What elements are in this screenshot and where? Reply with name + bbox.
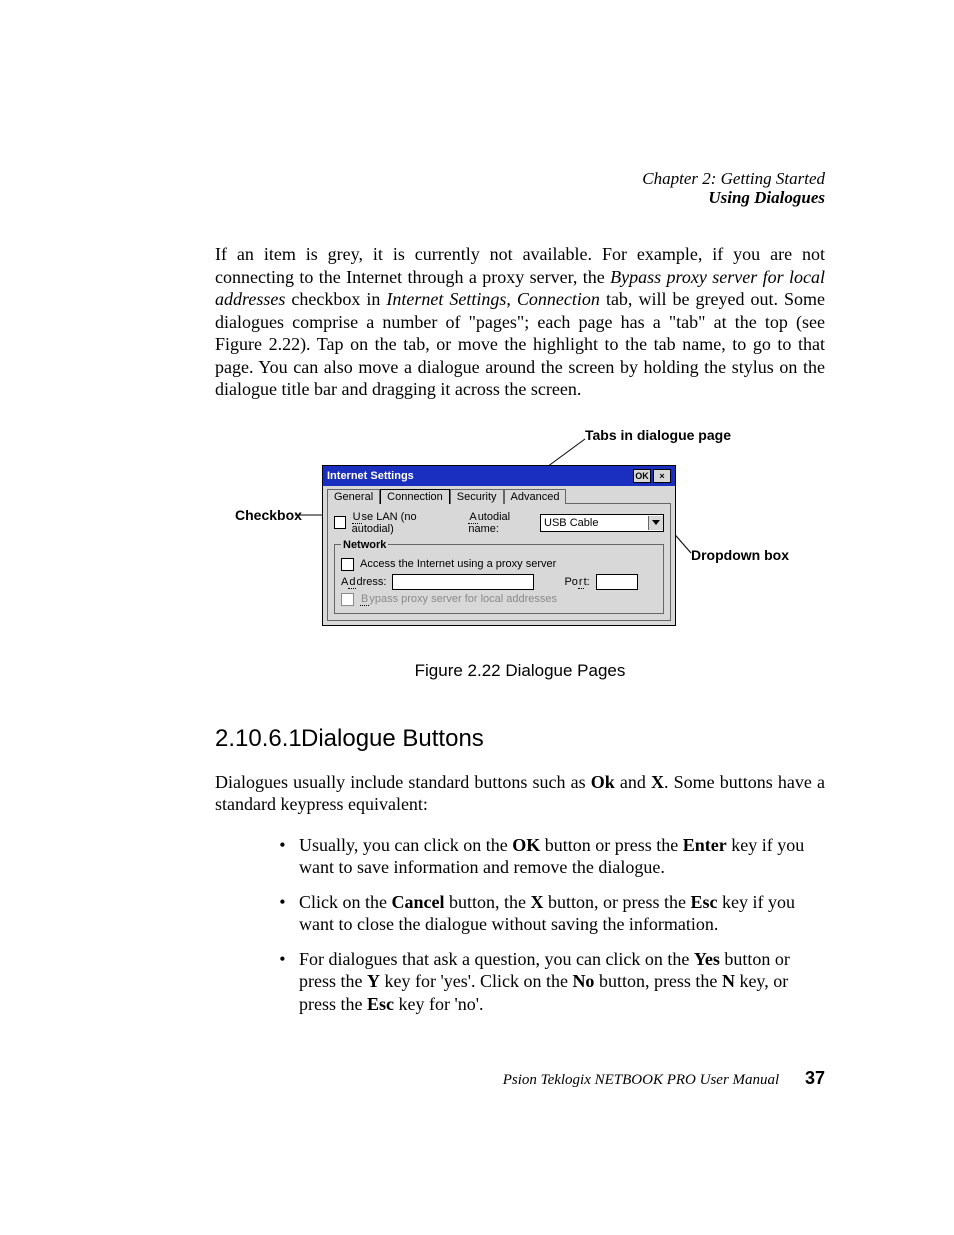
page-footer: Psion Teklogix NETBOOK PRO User Manual 3… bbox=[215, 1068, 825, 1089]
intro-paragraph: If an item is grey, it is currently not … bbox=[215, 243, 825, 401]
list-item: For dialogues that ask a question, you c… bbox=[299, 948, 825, 1016]
callout-checkbox: Checkbox bbox=[235, 507, 302, 523]
dialog-tabs: General Connection Security Advanced bbox=[323, 486, 675, 503]
callout-dropdown: Dropdown box bbox=[691, 547, 789, 563]
network-group: Network Access the Internet using a prox… bbox=[334, 539, 664, 614]
proxy-label: Access the Internet using a proxy server bbox=[360, 558, 556, 570]
bullet-list: Usually, you can click on the OK button … bbox=[215, 834, 825, 1016]
tab-general[interactable]: General bbox=[327, 489, 380, 504]
figure-2-22: Tabs in dialogue page Checkbox Dropdown … bbox=[215, 429, 825, 649]
list-item: Click on the Cancel button, the X button… bbox=[299, 891, 825, 936]
tab-security[interactable]: Security bbox=[450, 489, 504, 504]
page-number: 37 bbox=[805, 1068, 825, 1088]
page-header: Chapter 2: Getting Started Using Dialogu… bbox=[215, 170, 825, 207]
bypass-label: Bypass proxy server for local addresses bbox=[360, 593, 557, 605]
port-label: Port: bbox=[564, 576, 589, 588]
ok-button[interactable]: OK bbox=[633, 469, 651, 483]
close-button[interactable]: × bbox=[653, 469, 671, 483]
bypass-checkbox bbox=[341, 593, 354, 606]
dialog-title: Internet Settings bbox=[327, 470, 414, 482]
dialogue-buttons-intro: Dialogues usually include standard butto… bbox=[215, 771, 825, 816]
uselan-label: Use LAN (no autodial) bbox=[352, 511, 448, 535]
proxy-checkbox[interactable] bbox=[341, 558, 354, 571]
autodial-dropdown[interactable]: USB Cable bbox=[540, 514, 664, 532]
list-item: Usually, you can click on the OK button … bbox=[299, 834, 825, 879]
section-label: Using Dialogues bbox=[215, 189, 825, 208]
tab-connection[interactable]: Connection bbox=[380, 489, 450, 504]
footer-text: Psion Teklogix NETBOOK PRO User Manual bbox=[503, 1072, 780, 1088]
chevron-down-icon[interactable] bbox=[648, 516, 663, 530]
callout-tabs: Tabs in dialogue page bbox=[585, 427, 731, 443]
address-label: Address: bbox=[341, 576, 386, 588]
port-input[interactable] bbox=[596, 574, 638, 590]
autodial-label: Autodial name: bbox=[468, 511, 534, 535]
figure-caption: Figure 2.22 Dialogue Pages bbox=[215, 661, 825, 681]
autodial-value: USB Cable bbox=[541, 517, 648, 529]
network-legend: Network bbox=[341, 539, 388, 551]
dialog-internet-settings: Internet Settings OK × General Connectio… bbox=[322, 465, 676, 626]
address-input[interactable] bbox=[392, 574, 534, 590]
uselan-checkbox[interactable] bbox=[334, 516, 346, 529]
dialog-panel: Use LAN (no autodial) Autodial name: USB… bbox=[327, 503, 671, 621]
chapter-label: Chapter 2: Getting Started bbox=[215, 170, 825, 189]
tab-advanced[interactable]: Advanced bbox=[504, 489, 567, 504]
dialog-titlebar[interactable]: Internet Settings OK × bbox=[323, 466, 675, 486]
heading-dialogue-buttons: 2.10.6.1Dialogue Buttons bbox=[215, 725, 825, 753]
